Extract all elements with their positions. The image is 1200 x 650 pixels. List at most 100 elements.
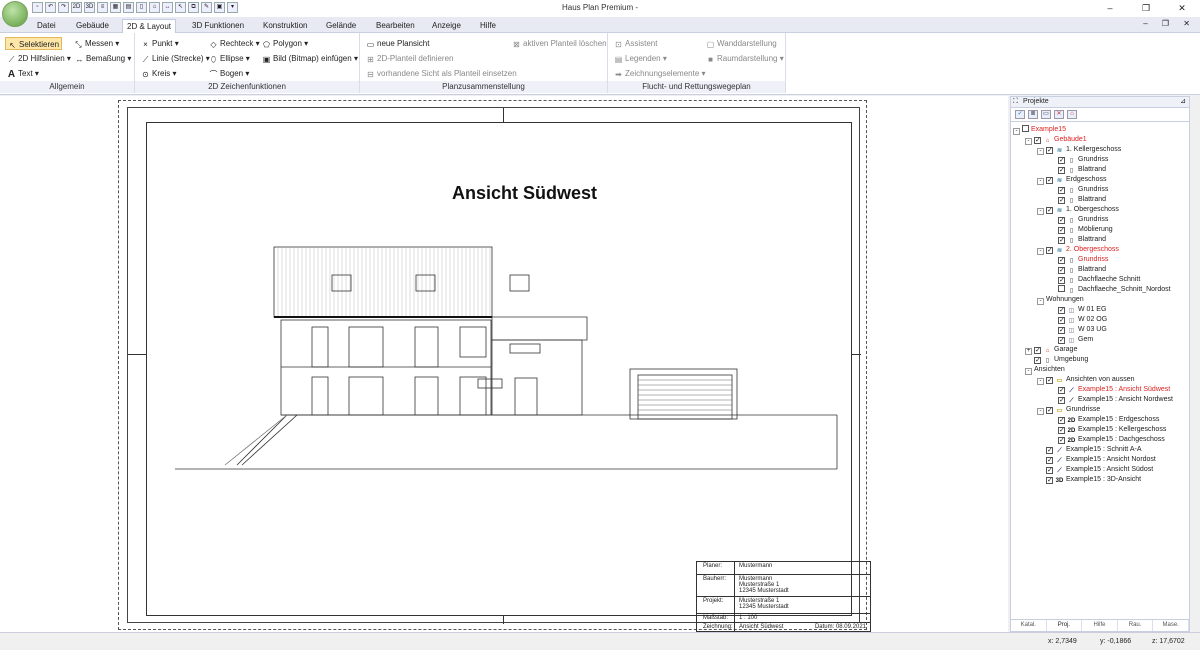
- circle-button[interactable]: ⊙ Kreis ▾: [139, 67, 178, 80]
- visibility-checkbox[interactable]: ✓: [1046, 467, 1053, 474]
- tree-node[interactable]: ✓ 2D Example15 : Erdgeschoss: [1049, 415, 1159, 425]
- expand-icon[interactable]: +: [1025, 348, 1032, 355]
- define-plan-part-button[interactable]: ⊞ 2D-Planteil definieren: [364, 52, 456, 65]
- tab-katalog[interactable]: Katal.: [1011, 620, 1047, 631]
- polygon-button[interactable]: ⬠ Polygon ▾: [260, 37, 310, 50]
- insert-view-button[interactable]: ⊟ vorhandene Sicht als Planteil einsetzen: [364, 67, 519, 80]
- tree-node[interactable]: - Wohnungen: [1037, 295, 1084, 305]
- tree-node[interactable]: ✓ ⟋ Example15 : Ansicht Südost: [1037, 465, 1153, 475]
- visibility-checkbox[interactable]: ✓: [1058, 227, 1065, 234]
- collapse-icon[interactable]: -: [1037, 208, 1044, 215]
- tree-node[interactable]: ✓ ◫ W 01 EG: [1049, 305, 1106, 315]
- visibility-checkbox[interactable]: ✓: [1034, 357, 1041, 364]
- delete-icon[interactable]: ✕: [1054, 110, 1064, 119]
- visibility-checkbox[interactable]: ✓: [1058, 167, 1065, 174]
- tree-node[interactable]: ✓ 3D Example15 : 3D-Ansicht: [1037, 475, 1141, 485]
- measure-button[interactable]: ⤡ Messen ▾: [72, 37, 121, 50]
- tree-node[interactable]: - ✓ ≋ 1. Kellergeschoss: [1037, 145, 1121, 155]
- visibility-checkbox[interactable]: ✓: [1046, 247, 1053, 254]
- tab-3d-funktionen[interactable]: 3D Funktionen: [188, 19, 248, 33]
- collapse-icon[interactable]: -: [1013, 128, 1020, 135]
- tree-node[interactable]: ✓ ▯ Blattrand: [1049, 265, 1106, 275]
- tree-node[interactable]: - Ansichten: [1025, 365, 1065, 375]
- tree-node[interactable]: - ✓ ≋ 1. Obergeschoss: [1037, 205, 1119, 215]
- visibility-checkbox[interactable]: ✓: [1058, 237, 1065, 244]
- drawing-canvas[interactable]: Ansicht Südwest Planer: Mustermann Bauhe…: [0, 96, 1008, 632]
- drawing-elements-button[interactable]: ➡ Zeichnungselemente ▾: [612, 67, 708, 80]
- properties-icon[interactable]: ≣: [1028, 110, 1038, 119]
- visibility-checkbox[interactable]: [1058, 285, 1065, 292]
- visibility-checkbox[interactable]: ✓: [1058, 327, 1065, 334]
- collapse-icon[interactable]: -: [1025, 138, 1032, 145]
- visibility-checkbox[interactable]: ✓: [1058, 437, 1065, 444]
- delete-plan-part-button[interactable]: ⊠ aktiven Planteil löschen: [510, 37, 609, 50]
- tree-node[interactable]: ✓ ▯ Grundriss: [1049, 185, 1108, 195]
- visibility-checkbox[interactable]: ✓: [1058, 257, 1065, 264]
- visibility-checkbox[interactable]: ✓: [1058, 267, 1065, 274]
- tab-bearbeiten[interactable]: Bearbeiten: [372, 19, 419, 33]
- visibility-checkbox[interactable]: ✓: [1058, 387, 1065, 394]
- maximize-icon[interactable]: ❐: [1128, 0, 1164, 17]
- visibility-checkbox[interactable]: ✓: [1034, 347, 1041, 354]
- tree-node[interactable]: ✓ ▯ Möblierung: [1049, 225, 1113, 235]
- tree-node[interactable]: ✓ ▯ Umgebung: [1025, 355, 1088, 365]
- visibility-checkbox[interactable]: ✓: [1046, 207, 1053, 214]
- visibility-checkbox[interactable]: ✓: [1058, 197, 1065, 204]
- ellipse-button[interactable]: ⬯ Ellipse ▾: [207, 52, 252, 65]
- tree-node[interactable]: ✓ ◫ W 02 OG: [1049, 315, 1107, 325]
- folder-icon[interactable]: ▭: [1041, 110, 1051, 119]
- visibility-checkbox[interactable]: [1022, 125, 1029, 132]
- visibility-checkbox[interactable]: ✓: [1058, 397, 1065, 404]
- collapse-icon[interactable]: -: [1037, 378, 1044, 385]
- visibility-checkbox[interactable]: ✓: [1058, 417, 1065, 424]
- arc-button[interactable]: ⌒ Bogen ▾: [207, 67, 251, 80]
- rectangle-button[interactable]: ◇ Rechteck ▾: [207, 37, 262, 50]
- visibility-checkbox[interactable]: ✓: [1046, 457, 1053, 464]
- visibility-checkbox[interactable]: ✓: [1058, 157, 1065, 164]
- tree-node[interactable]: ✓ ◫ Gem: [1049, 335, 1093, 345]
- minimize-icon[interactable]: –: [1092, 0, 1128, 17]
- tree-node[interactable]: ✓ ⟋ Example15 : Schnitt A-A: [1037, 445, 1141, 455]
- tab-hilfe[interactable]: Hilfe: [476, 19, 500, 33]
- tree-node[interactable]: ✓ ◫ W 03 UG: [1049, 325, 1107, 335]
- pin-icon[interactable]: ⊿: [1180, 97, 1186, 107]
- tree-node[interactable]: ✓ ⟋ Example15 : Ansicht Nordost: [1037, 455, 1156, 465]
- tree-node[interactable]: - ✓ ▭ Grundrisse: [1037, 405, 1100, 415]
- tree-node[interactable]: - ✓ ▭ Ansichten von aussen: [1037, 375, 1135, 385]
- visibility-checkbox[interactable]: ✓: [1058, 217, 1065, 224]
- tree-node[interactable]: ✓ ⟋ Example15 : Ansicht Nordwest: [1049, 395, 1173, 405]
- collapse-icon[interactable]: -: [1037, 408, 1044, 415]
- visibility-checkbox[interactable]: ✓: [1058, 307, 1065, 314]
- app-logo-button[interactable]: [2, 1, 28, 27]
- tree-node[interactable]: ✓ ▯ Blattrand: [1049, 165, 1106, 175]
- tree-node[interactable]: ✓ 2D Example15 : Dachgeschoss: [1049, 435, 1165, 445]
- collapse-icon[interactable]: -: [1025, 368, 1032, 375]
- tab-2d-layout[interactable]: 2D & Layout: [122, 19, 177, 33]
- new-plan-view-button[interactable]: ▭ neue Plansicht: [364, 37, 431, 50]
- tab-masse[interactable]: Mase.: [1153, 620, 1189, 631]
- tree-node[interactable]: ✓ ▯ Grundriss: [1049, 155, 1108, 165]
- tab-datei[interactable]: Datei: [33, 19, 60, 33]
- house-elevation-drawing[interactable]: [147, 123, 853, 617]
- visibility-checkbox[interactable]: ✓: [1046, 147, 1053, 154]
- mdi-controls[interactable]: – ❐ ✕: [1143, 19, 1196, 28]
- tree-node[interactable]: - Example15: [1013, 125, 1066, 135]
- dimension-button[interactable]: ↔ Bemaßung ▾: [73, 52, 133, 65]
- tree-node[interactable]: - ✓ ⌂ Gebäude1: [1025, 135, 1087, 145]
- visibility-checkbox[interactable]: ✓: [1046, 447, 1053, 454]
- visibility-checkbox[interactable]: ✓: [1058, 427, 1065, 434]
- visibility-checkbox[interactable]: ✓: [1058, 337, 1065, 344]
- tree-node[interactable]: ✓ ▯ Grundriss: [1049, 255, 1108, 265]
- tree-node[interactable]: ✓ ▯ Blattrand: [1049, 235, 1106, 245]
- tab-hilfe-panel[interactable]: Hilfe: [1082, 620, 1118, 631]
- plan-sheet[interactable]: Ansicht Südwest Planer: Mustermann Bauhe…: [118, 100, 871, 632]
- visibility-checkbox[interactable]: ✓: [1046, 477, 1053, 484]
- collapse-icon[interactable]: -: [1037, 248, 1044, 255]
- visibility-checkbox[interactable]: ✓: [1046, 407, 1053, 414]
- tree-node[interactable]: + ✓ ⌂ Garage: [1025, 345, 1077, 355]
- wall-display-button[interactable]: ▢ Wanddarstellung: [704, 37, 779, 50]
- collapse-icon[interactable]: -: [1037, 298, 1044, 305]
- visibility-checkbox[interactable]: ✓: [1058, 187, 1065, 194]
- visibility-checkbox[interactable]: ✓: [1058, 277, 1065, 284]
- tree-node[interactable]: - ✓ ≋ Erdgeschoss: [1037, 175, 1106, 185]
